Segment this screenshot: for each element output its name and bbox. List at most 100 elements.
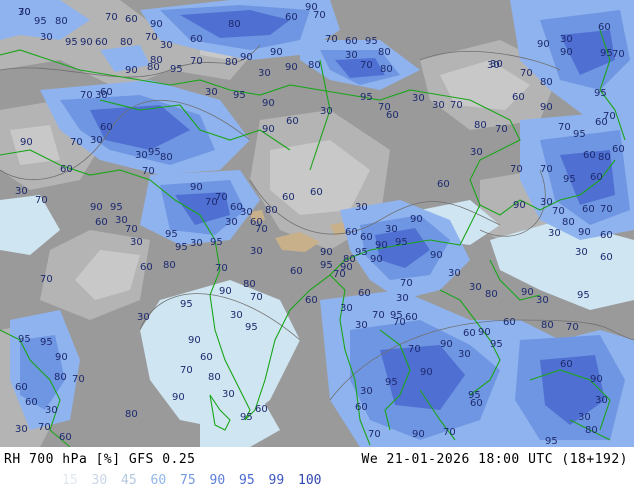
contour-label: 90	[285, 62, 298, 73]
contour-label: 95	[40, 337, 53, 348]
legend-item: 90	[209, 473, 226, 488]
contour-label: 90	[578, 227, 591, 238]
contour-label: 70	[142, 166, 155, 177]
contour-label: 80	[225, 57, 238, 68]
contour-label: 70	[372, 310, 385, 321]
contour-label: 95	[360, 92, 373, 103]
contour-label: 80	[54, 372, 67, 383]
contour-label: 90	[262, 124, 275, 135]
contour-label: 80	[474, 120, 487, 131]
contour-label: 60	[15, 382, 28, 393]
contour-label: 95	[573, 129, 586, 140]
contour-label: 70	[520, 68, 533, 79]
contour-label: 95	[468, 390, 481, 401]
contour-label: 30	[15, 186, 28, 197]
contour-label: 60	[282, 192, 295, 203]
contour-label: 80	[378, 47, 391, 58]
contour-label: 95	[320, 260, 333, 271]
contour-label: 30	[469, 282, 482, 293]
contour-label: 90	[560, 47, 573, 58]
contour-label: 60	[405, 312, 418, 323]
contour-label: 95	[65, 37, 78, 48]
contour-label: 80	[160, 152, 173, 163]
contour-label: 30	[130, 237, 143, 248]
legend-item: 95	[239, 473, 255, 488]
contour-label: 30	[448, 268, 461, 279]
contour-label: 95	[110, 202, 123, 213]
contour-label: 70	[600, 204, 613, 215]
contour-label: 70	[566, 322, 579, 333]
contour-label: 70	[180, 365, 193, 376]
contour-label: 60	[598, 22, 611, 33]
contour-label: 90	[537, 39, 550, 50]
contour-label: 95	[175, 242, 188, 253]
contour-label: 70	[540, 164, 553, 175]
contour-label: 70	[510, 164, 523, 175]
contour-label: 30	[578, 412, 591, 423]
contour-label: 30	[595, 395, 608, 406]
contour-label: 70	[250, 292, 263, 303]
contour-label: 70	[35, 195, 48, 206]
contour-label: 90	[172, 392, 185, 403]
legend-item: 100	[298, 473, 322, 488]
contour-label: 30	[160, 40, 173, 51]
contour-label: 60	[95, 217, 108, 228]
legend-item: 30	[91, 473, 108, 488]
contour-label: 60	[59, 432, 72, 443]
contour-label: 70	[408, 344, 421, 355]
legend-item: 75	[180, 473, 196, 488]
contour-label: 95	[233, 90, 246, 101]
contour-label: 80	[228, 19, 241, 30]
contour-label: 60	[345, 227, 358, 238]
contour-label: 70	[70, 137, 83, 148]
contour-label: 30	[45, 405, 58, 416]
contour-label: 95	[490, 339, 503, 350]
contour-label: 70	[215, 263, 228, 274]
contour-label: 30	[340, 303, 353, 314]
contour-label: 30	[560, 34, 573, 45]
contour-label: 60	[345, 36, 358, 47]
contour-label: 30	[345, 50, 358, 61]
contour-label: 95	[390, 310, 403, 321]
contour-label: 60	[286, 116, 299, 127]
contour-label: 90	[513, 200, 526, 211]
contour-label: 90	[270, 47, 283, 58]
contour-label: 90	[320, 247, 333, 258]
contour-label: 90	[262, 98, 275, 109]
contour-label: 70	[72, 374, 85, 385]
contour-label: 80	[308, 60, 321, 71]
map-footer: RH 700 hPa [%] GFS 0.25 We 21-01-2026 18…	[0, 447, 634, 490]
contour-label: 95	[245, 322, 258, 333]
valid-datetime: We 21-01-2026 18:00 UTC (18+192)	[361, 452, 628, 467]
contour-label: 60	[200, 352, 213, 363]
contour-label: 90	[90, 202, 103, 213]
contour-label: 95	[385, 377, 398, 388]
contour-label: 95	[395, 237, 408, 248]
contour-label: 70	[38, 422, 51, 433]
contour-label: 80	[55, 16, 68, 27]
contour-label: 60	[100, 122, 113, 133]
contour-label: 90	[219, 286, 232, 297]
contour-label: 60	[140, 262, 153, 273]
contour-label: 60	[600, 230, 613, 241]
contour-label: 95	[165, 229, 178, 240]
contour-label: 95	[600, 48, 613, 59]
contour-label: 70	[558, 122, 571, 133]
contour-label: 60	[590, 172, 603, 183]
contour-label: 90	[188, 335, 201, 346]
contour-label: 80	[147, 62, 160, 73]
contour-label: 70	[603, 111, 616, 122]
contour-label: 60	[290, 266, 303, 277]
contour-label: 30	[250, 246, 263, 257]
contour-label: 60	[463, 328, 476, 339]
contour-label: 95	[365, 36, 378, 47]
contour-label: 70	[18, 7, 31, 18]
contour-label: 70	[40, 274, 53, 285]
contour-label: 30	[360, 386, 373, 397]
contour-label: 95	[170, 64, 183, 75]
contour-label: 30	[432, 100, 445, 111]
contour-label: 30	[15, 424, 28, 435]
contour-label: 90	[478, 327, 491, 338]
contour-label: 60	[560, 359, 573, 370]
contour-label: 60	[190, 34, 203, 45]
